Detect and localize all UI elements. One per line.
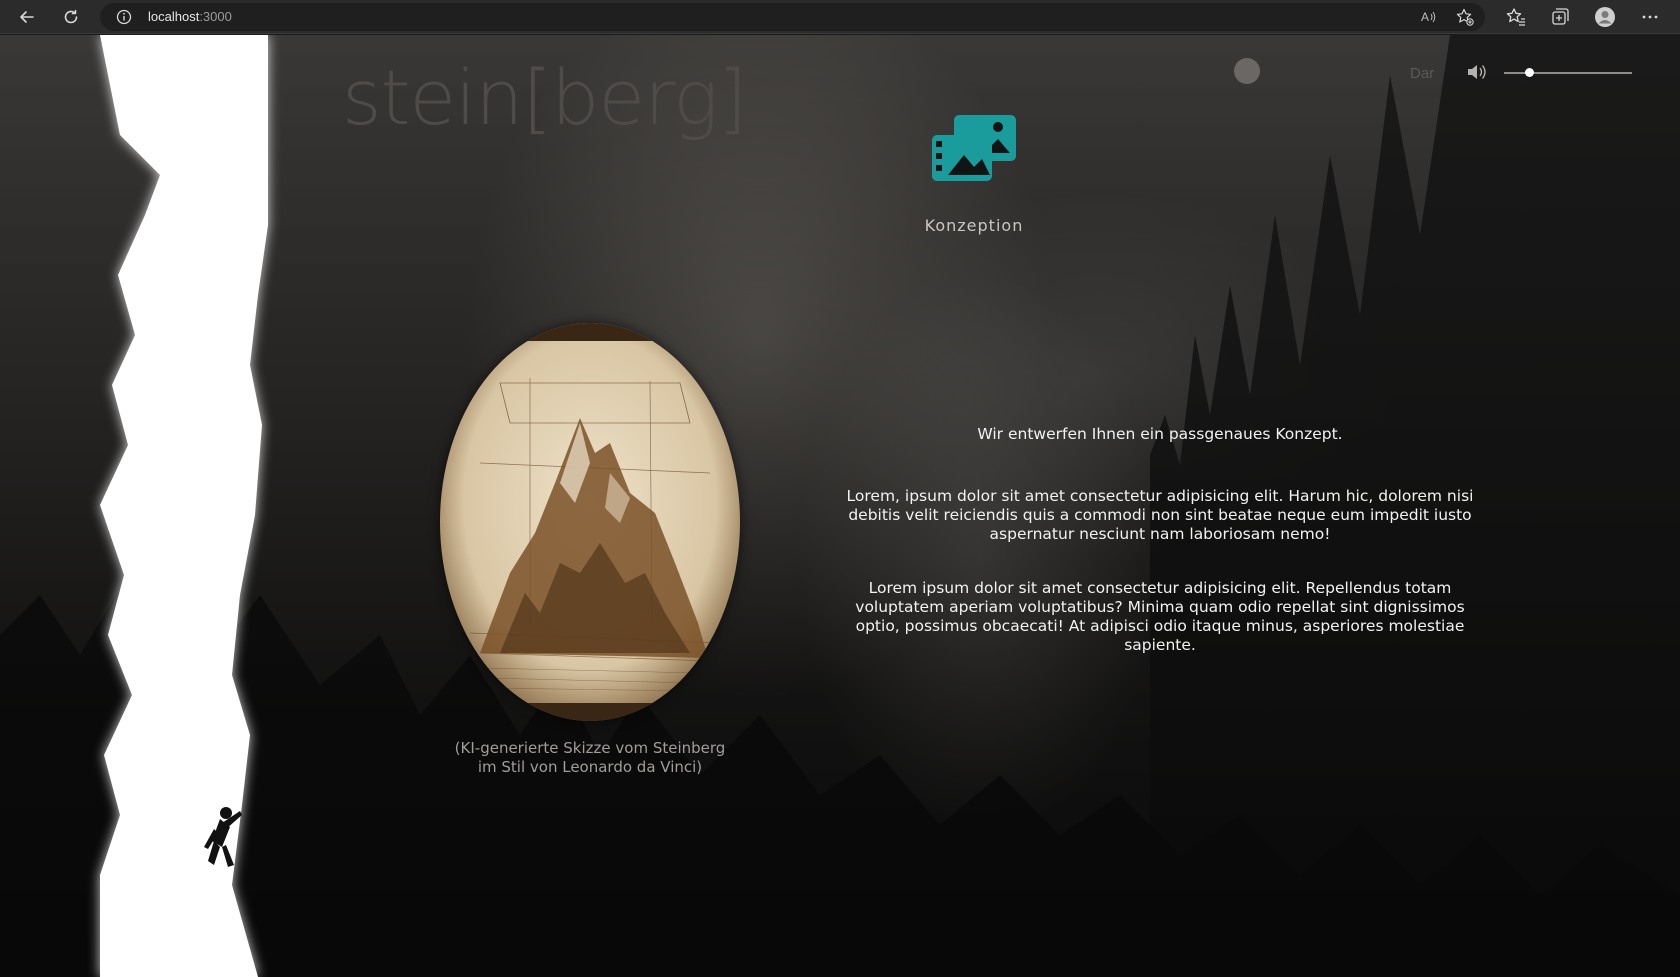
address-bar[interactable]: localhost:3000 A [100, 3, 1485, 31]
favorites-icon[interactable] [1505, 6, 1527, 28]
page-viewport: stein[berg] Dar Konzeption (KI-generiert… [0, 35, 1680, 977]
lead-text: Wir entwerfen Ihnen ein passgenaues Konz… [977, 425, 1343, 443]
svg-text:A: A [1421, 10, 1429, 24]
volume-icon[interactable] [1466, 62, 1488, 82]
more-icon[interactable] [1639, 6, 1661, 28]
volume-slider[interactable] [1504, 72, 1632, 74]
info-icon[interactable] [116, 9, 132, 25]
cliff-decoration [100, 35, 268, 977]
collections-icon[interactable] [1549, 6, 1571, 28]
media-gallery-icon [932, 115, 1016, 181]
image-caption: (KI-generierte Skizze vom Steinberg im S… [420, 739, 760, 777]
caption-line-2: im Stil von Leonardo da Vinci) [477, 758, 703, 776]
service-title: Konzeption [924, 216, 1024, 235]
caption-line-1: (KI-generierte Skizze vom Steinberg [454, 739, 726, 757]
url-host: localhost [148, 9, 200, 24]
read-aloud-icon[interactable]: A [1420, 8, 1438, 26]
play-icon[interactable] [1234, 58, 1260, 84]
url-port: :3000 [199, 9, 232, 24]
language-toggle[interactable]: Dar [1410, 65, 1434, 82]
site-logo[interactable]: stein[berg] [342, 53, 747, 142]
paragraph-1: Lorem, ipsum dolor sit amet consectetur … [846, 487, 1474, 543]
reload-icon[interactable] [58, 4, 84, 30]
add-favorite-icon[interactable] [1456, 8, 1474, 26]
service-description: Wir entwerfen Ihnen ein passgenaues Konz… [838, 425, 1482, 690]
steinberg-sketch-image [440, 323, 740, 721]
browser-toolbar: localhost:3000 A [0, 0, 1680, 34]
paragraph-2: Lorem ipsum dolor sit amet consectetur a… [855, 579, 1465, 654]
back-icon[interactable] [14, 4, 40, 30]
profile-icon[interactable] [1594, 6, 1616, 28]
url-text: localhost:3000 [148, 9, 232, 24]
